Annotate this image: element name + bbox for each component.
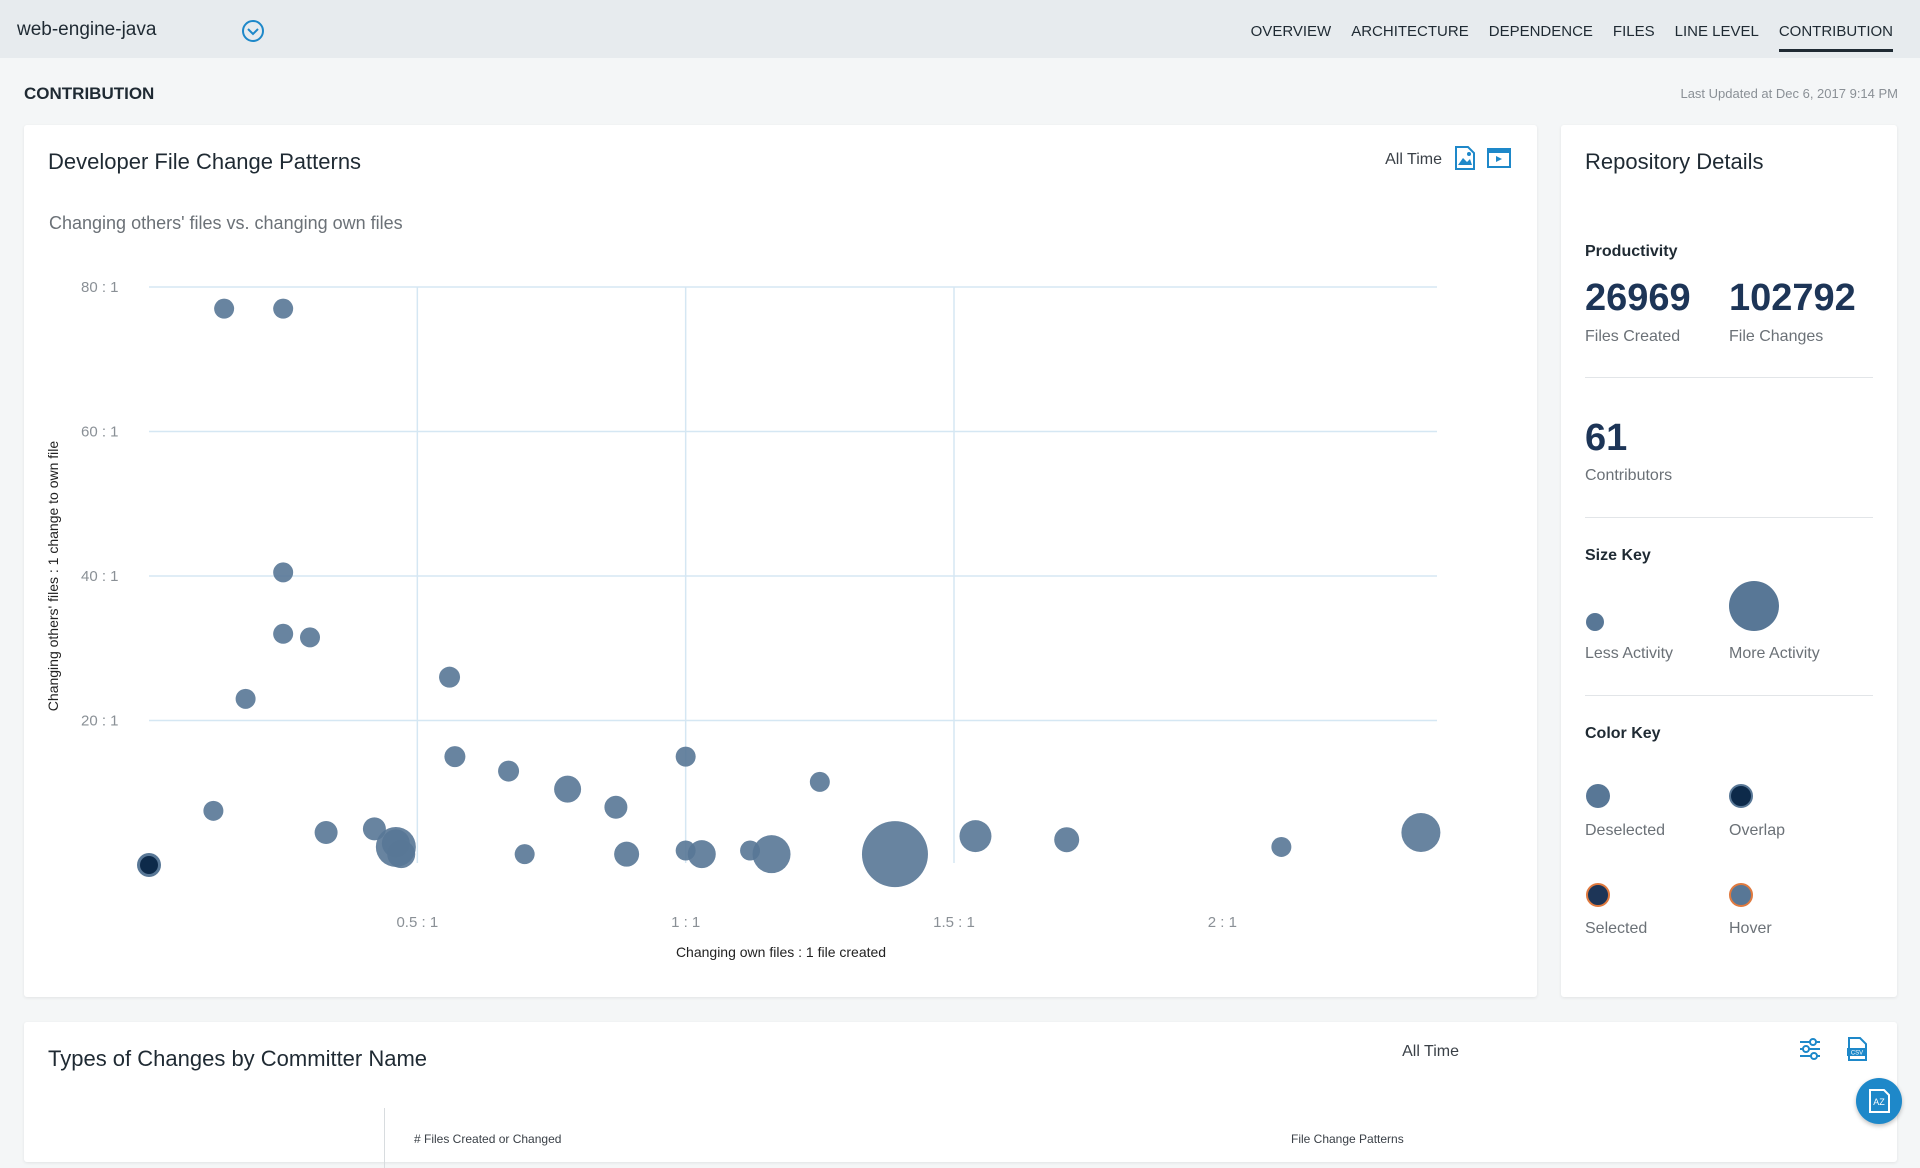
developer-point — [614, 841, 640, 867]
contributors-value: 61 — [1585, 417, 1628, 459]
files-created-column-header: # Files Created or Changed — [414, 1132, 562, 1146]
developer-point — [1401, 812, 1441, 852]
size-key-small-dot — [1586, 613, 1604, 631]
y-tick-label: 80 : 1 — [81, 279, 119, 296]
nav-files[interactable]: FILES — [1613, 0, 1655, 58]
nav-line-level[interactable]: LINE LEVEL — [1675, 0, 1759, 58]
last-updated: Last Updated at Dec 6, 2017 9:14 PM — [1680, 86, 1898, 101]
nav-overview[interactable]: OVERVIEW — [1251, 0, 1332, 58]
repository-details-card: Repository Details Productivity 26969 10… — [1561, 125, 1897, 997]
developer-point — [514, 844, 535, 865]
overlap-label: Overlap — [1729, 822, 1786, 839]
more-activity-label: More Activity — [1729, 645, 1820, 662]
developer-point — [687, 840, 716, 869]
nav-dependence[interactable]: DEPENDENCE — [1489, 0, 1593, 58]
x-tick-label: 1.5 : 1 — [933, 914, 975, 931]
column-divider — [384, 1108, 385, 1168]
file-changes-label: File Changes — [1729, 328, 1824, 345]
hover-label: Hover — [1729, 920, 1772, 937]
divider — [1585, 695, 1873, 696]
developer-point — [300, 627, 320, 648]
repo-details-title: Repository Details — [1585, 149, 1764, 174]
overlap-dot — [1729, 784, 1753, 808]
az-sort-button[interactable]: AZ — [1856, 1078, 1902, 1124]
divider — [1585, 517, 1873, 518]
divider — [1585, 377, 1873, 378]
file-change-patterns-column-header: File Change Patterns — [1291, 1132, 1404, 1146]
developer-point — [444, 746, 466, 768]
developer-point — [273, 298, 294, 319]
y-axis-label: Changing others' files : 1 change to own… — [45, 441, 61, 712]
filter-sliders-icon[interactable] — [1797, 1036, 1823, 1062]
developer-point — [235, 688, 256, 709]
productivity-label: Productivity — [1585, 243, 1678, 260]
x-tick-label: 2 : 1 — [1208, 914, 1237, 931]
fab-label: AZ — [1873, 1097, 1885, 1107]
selected-dot — [1586, 883, 1610, 907]
developer-point — [439, 666, 461, 688]
x-tick-label: 1 : 1 — [671, 914, 700, 931]
y-tick-label: 60 : 1 — [81, 424, 119, 441]
developer-point — [498, 760, 520, 782]
less-activity-label: Less Activity — [1585, 645, 1674, 662]
nav-contribution[interactable]: CONTRIBUTION — [1778, 0, 1894, 58]
hover-dot — [1729, 883, 1753, 907]
developer-file-change-card: Developer File Change Patterns All Time … — [24, 125, 1537, 997]
developer-point — [861, 821, 928, 888]
x-axis-label: Changing own files : 1 file created — [676, 944, 886, 960]
developer-point — [752, 835, 791, 874]
chevron-down-icon[interactable] — [241, 19, 265, 43]
developer-point — [809, 771, 830, 792]
bottom-time-filter[interactable]: All Time — [1402, 1043, 1459, 1061]
developer-point — [554, 775, 582, 803]
deselected-dot — [1586, 784, 1610, 808]
main-nav: OVERVIEW ARCHITECTURE DEPENDENCE FILES L… — [1231, 0, 1894, 58]
developer-point — [387, 840, 416, 869]
size-key-label: Size Key — [1585, 547, 1651, 564]
developer-point — [214, 298, 235, 319]
deselected-label: Deselected — [1585, 822, 1666, 839]
nav-architecture[interactable]: ARCHITECTURE — [1351, 0, 1469, 58]
color-key-label: Color Key — [1585, 725, 1661, 742]
top-bar: web-engine-java OVERVIEW ARCHITECTURE DE… — [0, 0, 1920, 58]
size-key-large-dot — [1729, 581, 1779, 631]
y-tick-label: 40 : 1 — [81, 568, 119, 585]
developer-point — [604, 795, 628, 819]
az-icon: AZ — [1869, 1089, 1890, 1113]
selected-label: Selected — [1585, 920, 1648, 937]
developer-point — [314, 820, 338, 844]
file-changes-value: 102792 — [1729, 277, 1856, 319]
page-title: CONTRIBUTION — [24, 84, 155, 103]
repo-name[interactable]: web-engine-java — [17, 19, 156, 41]
developer-point — [675, 746, 696, 767]
contributors-label: Contributors — [1585, 467, 1673, 484]
files-created-value: 26969 — [1585, 277, 1691, 319]
types-of-changes-card: Types of Changes by Committer Name All T… — [24, 1022, 1897, 1168]
csv-export-icon[interactable]: CSV — [1844, 1036, 1870, 1062]
overlap-point — [140, 856, 158, 874]
developer-point — [1271, 836, 1292, 857]
svg-text:CSV: CSV — [1851, 1051, 1863, 1057]
x-tick-label: 0.5 : 1 — [396, 914, 438, 931]
developer-point — [959, 820, 992, 853]
files-created-label: Files Created — [1585, 328, 1681, 345]
y-tick-label: 20 : 1 — [81, 713, 119, 730]
bottom-card-title: Types of Changes by Committer Name — [48, 1046, 428, 1071]
developer-point — [273, 623, 294, 644]
developer-point — [273, 562, 294, 583]
scatter-chart: 20 : 1 40 : 1 60 : 1 80 : 1 0.5 : 1 1 : 1 1.5 … — [45, 279, 1441, 960]
developer-point — [1054, 827, 1080, 853]
developer-point — [203, 800, 224, 821]
